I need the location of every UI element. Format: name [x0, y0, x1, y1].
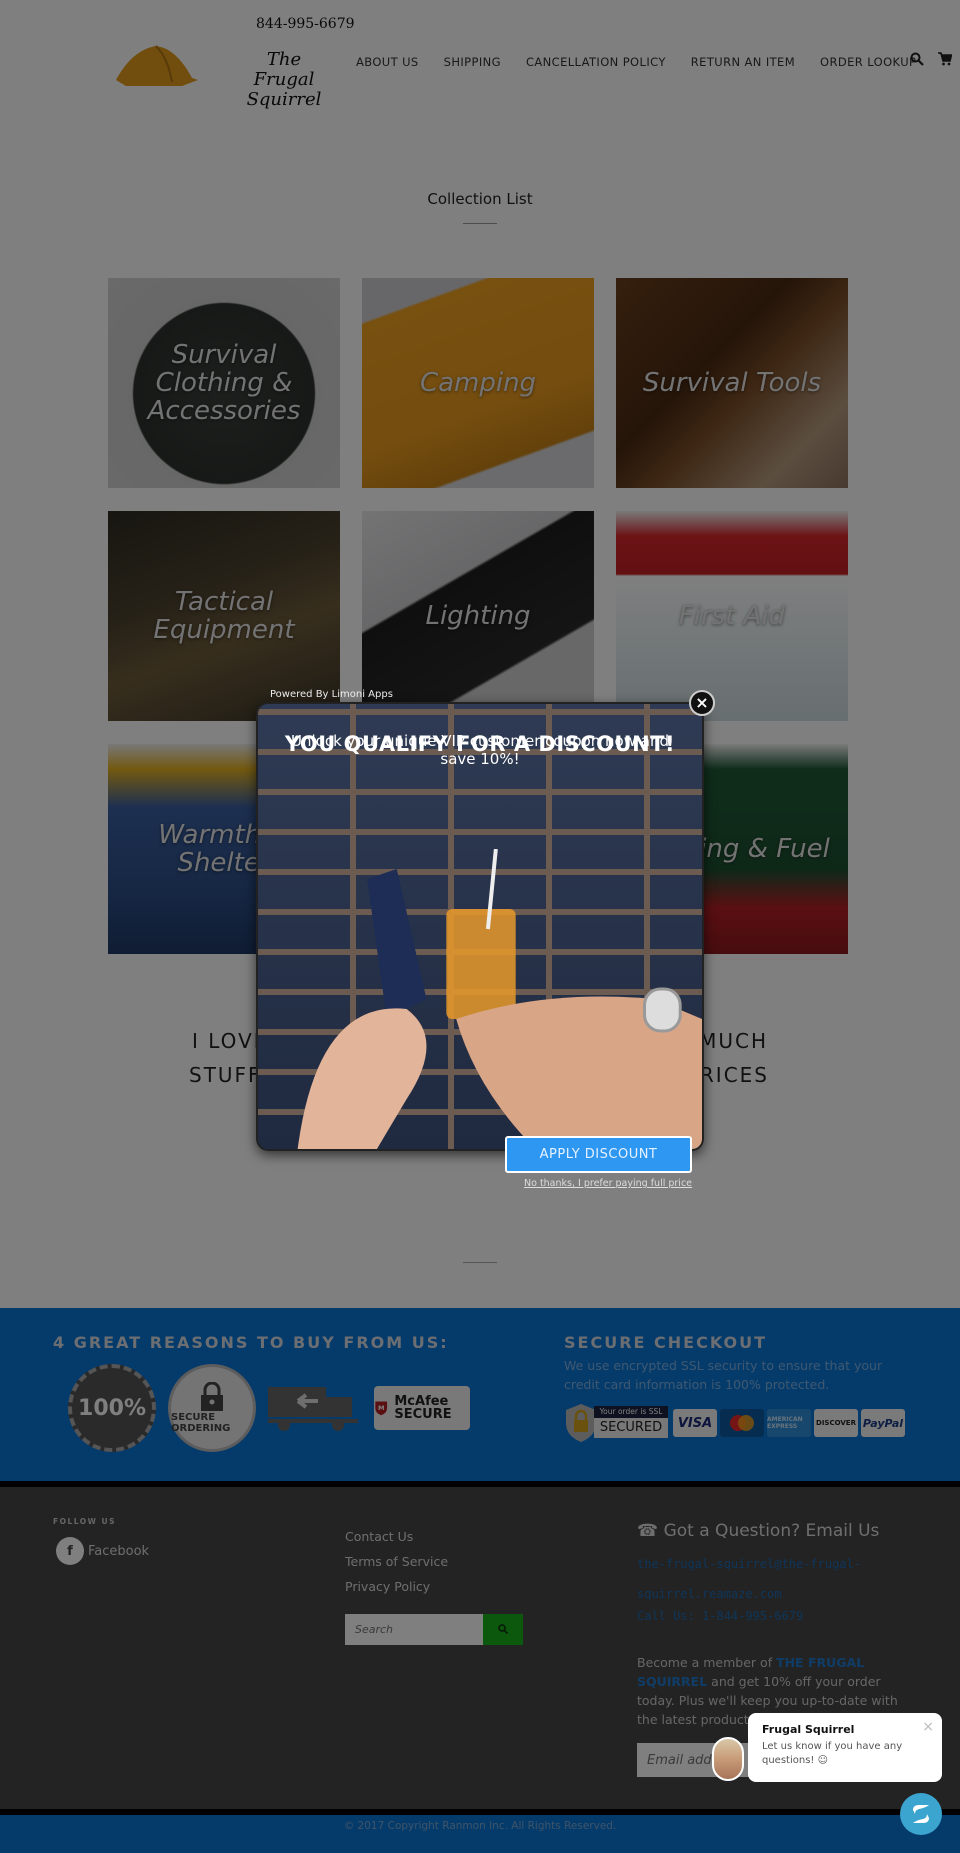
- toast-photo: [297, 849, 702, 1149]
- discount-popup: Unlock your unique VIP customer coupon n…: [256, 702, 704, 1151]
- chat-greeting[interactable]: Frugal Squirrel Let us know if you have …: [748, 1713, 942, 1782]
- chat-message: Let us know if you have any questions! ☺: [762, 1741, 903, 1766]
- powered-prefix: Powered By: [270, 689, 332, 700]
- limoni-apps-link[interactable]: Limoni Apps: [332, 689, 393, 700]
- chat-launcher-button[interactable]: [900, 1793, 942, 1835]
- chat-agent-name: Frugal Squirrel: [762, 1723, 855, 1736]
- chat-agent-avatar: [712, 1737, 744, 1781]
- apply-discount-button[interactable]: APPLY DISCOUNT: [505, 1136, 692, 1173]
- chat-close-icon[interactable]: ×: [922, 1719, 934, 1735]
- decline-discount-link[interactable]: No thanks, I prefer paying full price: [524, 1178, 692, 1189]
- chat-icon: [913, 1805, 929, 1823]
- popup-close-button[interactable]: ×: [689, 690, 715, 716]
- powered-by: Powered By Limoni Apps: [270, 689, 393, 700]
- popup-headline: YOU QUALIFY FOR A DISCOUNT!: [284, 732, 676, 756]
